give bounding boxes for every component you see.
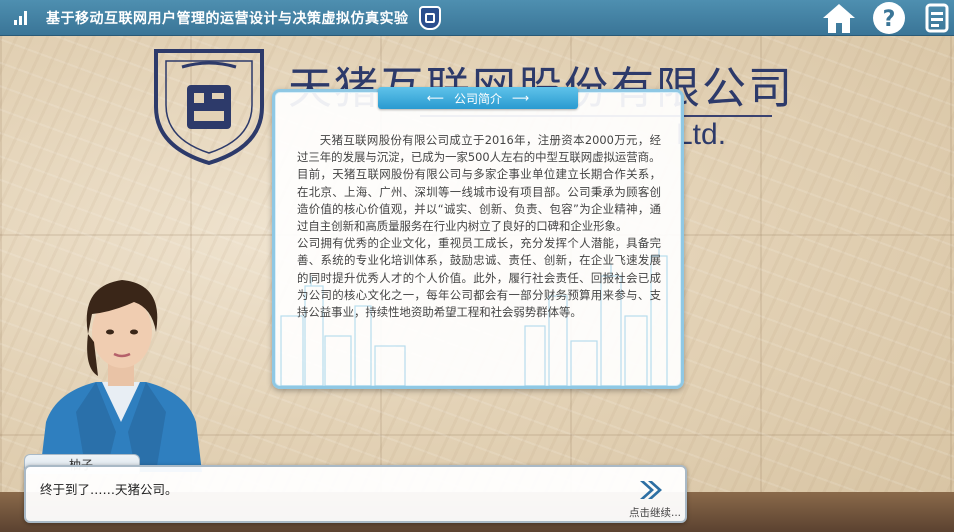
character-avatar (40, 280, 202, 472)
intro-panel-title: 公司简介 (453, 91, 502, 106)
top-actions: ? (820, 0, 954, 36)
right-arrow-icon: ⟶ (512, 91, 530, 105)
intro-paragraph: 天猪互联网股份有限公司成立于2016年，注册资本2000万元，经过三年的发展与沉… (297, 133, 661, 165)
dialog-text: 终于到了……天猪公司。 (40, 482, 178, 497)
home-icon[interactable] (820, 0, 858, 36)
school-emblem-logo (154, 49, 264, 165)
top-bar: 基于移动互联网用户管理的运营设计与决策虚拟仿真实验 ? (0, 0, 954, 36)
svg-text:?: ? (883, 7, 896, 32)
intro-panel-title-tab: ⟵ 公司简介 ⟶ (378, 87, 578, 109)
intro-paragraph: 目前，天猪互联网股份有限公司与多家企事业单位建立长期合作关系，在北京、上海、广州… (297, 167, 661, 234)
university-emblem-icon (418, 5, 441, 30)
company-intro-text: 天猪互联网股份有限公司成立于2016年，注册资本2000万元，经过三年的发展与沉… (297, 132, 661, 321)
menu-icon[interactable] (924, 3, 950, 33)
help-icon[interactable]: ? (872, 1, 906, 35)
bar-chart-icon[interactable] (14, 10, 30, 25)
continue-label[interactable]: 点击继续... (629, 505, 681, 520)
intro-paragraph: 公司拥有优秀的企业文化，重视员工成长，充分发挥个人潜能，具备完善、系统的专业化培… (297, 236, 661, 320)
app-title: 基于移动互联网用户管理的运营设计与决策虚拟仿真实验 (46, 10, 409, 27)
company-intro-panel: 天猪互联网股份有限公司成立于2016年，注册资本2000万元，经过三年的发展与沉… (272, 89, 684, 389)
dialog-box[interactable]: 终于到了……天猪公司。 点击继续... (24, 465, 687, 523)
double-chevron-right-icon[interactable] (638, 479, 662, 501)
left-arrow-icon: ⟵ (426, 91, 444, 105)
